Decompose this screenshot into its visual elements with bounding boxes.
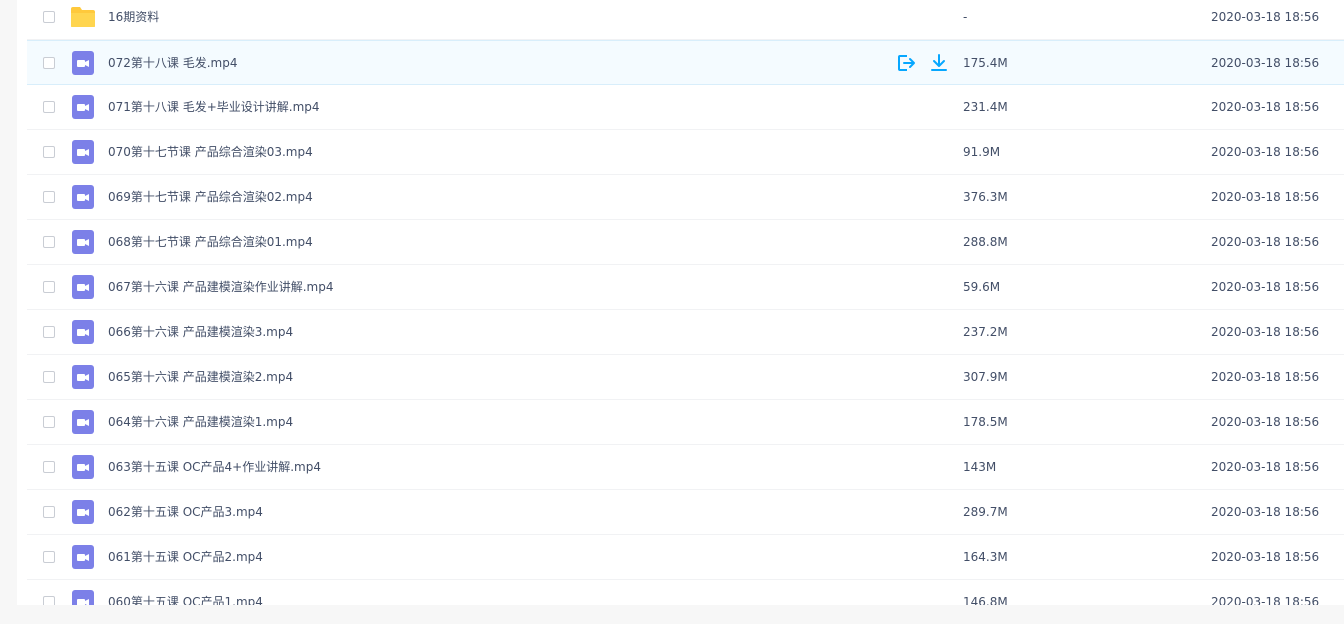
file-date: 2020-03-18 18:56	[1211, 280, 1320, 294]
file-date: 2020-03-18 18:56	[1211, 145, 1320, 159]
file-row[interactable]: 062第十五课 OC产品3.mp4 289.7M 2020-03-18 18:56	[27, 490, 1344, 535]
file-name[interactable]: 061第十五课 OC产品2.mp4	[108, 550, 263, 565]
video-file-icon	[72, 140, 94, 164]
file-date: 2020-03-18 18:56	[1211, 325, 1320, 339]
file-name[interactable]: 067第十六课 产品建模渲染作业讲解.mp4	[108, 280, 333, 295]
video-file-icon	[72, 320, 94, 344]
file-date: 2020-03-18 18:56	[1211, 370, 1320, 384]
file-date: 2020-03-18 18:56	[1211, 190, 1320, 204]
video-file-icon	[72, 500, 94, 524]
file-row[interactable]: 069第十七节课 产品综合渲染02.mp4 376.3M 2020-03-18 18…	[27, 175, 1344, 220]
file-row[interactable]: 064第十六课 产品建模渲染1.mp4 178.5M 2020-03-18 18:5…	[27, 400, 1344, 445]
video-file-icon	[72, 455, 94, 479]
file-size: 231.4M	[963, 100, 1008, 114]
file-size: 175.4M	[963, 56, 1008, 70]
file-name[interactable]: 072第十八课 毛发.mp4	[108, 56, 237, 71]
file-row[interactable]: 066第十六课 产品建模渲染3.mp4 237.2M 2020-03-18 18:5…	[27, 310, 1344, 355]
file-name[interactable]: 069第十七节课 产品综合渲染02.mp4	[108, 190, 313, 205]
row-checkbox[interactable]	[43, 101, 55, 113]
file-date: 2020-03-18 18:56	[1211, 550, 1320, 564]
folder-icon	[70, 6, 96, 28]
file-row[interactable]: 070第十七节课 产品综合渲染03.mp4 91.9M 2020-03-18 18:…	[27, 130, 1344, 175]
file-date: 2020-03-18 18:56	[1211, 10, 1320, 24]
file-row[interactable]: 061第十五课 OC产品2.mp4 164.3M 2020-03-18 18:56	[27, 535, 1344, 580]
file-name[interactable]: 062第十五课 OC产品3.mp4	[108, 505, 263, 520]
row-checkbox[interactable]	[43, 146, 55, 158]
file-row[interactable]: 067第十六课 产品建模渲染作业讲解.mp4 59.6M 2020-03-18 18…	[27, 265, 1344, 310]
file-name[interactable]: 16期资料	[108, 10, 159, 25]
file-size: 178.5M	[963, 415, 1008, 429]
file-name[interactable]: 063第十五课 OC产品4+作业讲解.mp4	[108, 460, 321, 475]
row-checkbox[interactable]	[43, 191, 55, 203]
file-size: 376.3M	[963, 190, 1008, 204]
file-size: 59.6M	[963, 280, 1001, 294]
file-size: 143M	[963, 460, 997, 474]
file-size: 146.8M	[963, 595, 1008, 605]
video-file-icon	[72, 185, 94, 209]
video-file-icon	[72, 590, 94, 605]
video-file-icon	[72, 365, 94, 389]
file-date: 2020-03-18 18:56	[1211, 460, 1320, 474]
folder-row[interactable]: 16期资料 - 2020-03-18 18:56	[27, 0, 1344, 40]
file-name[interactable]: 068第十七节课 产品综合渲染01.mp4	[108, 235, 313, 250]
file-name[interactable]: 071第十八课 毛发+毕业设计讲解.mp4	[108, 100, 320, 115]
row-checkbox[interactable]	[43, 596, 55, 605]
file-date: 2020-03-18 18:56	[1211, 505, 1320, 519]
row-checkbox[interactable]	[43, 57, 55, 69]
file-row[interactable]: 072第十八课 毛发.mp4 175.4M 2020-03-18 18:56	[27, 40, 1344, 85]
file-size: -	[963, 10, 968, 24]
file-name[interactable]: 066第十六课 产品建模渲染3.mp4	[108, 325, 293, 340]
row-checkbox[interactable]	[43, 11, 55, 23]
file-row[interactable]: 071第十八课 毛发+毕业设计讲解.mp4 231.4M 2020-03-18 18…	[27, 85, 1344, 130]
file-size: 164.3M	[963, 550, 1008, 564]
file-row[interactable]: 060第十五课 OC产品1.mp4 146.8M 2020-03-18 18:56	[27, 580, 1344, 605]
video-file-icon	[72, 275, 94, 299]
row-checkbox[interactable]	[43, 371, 55, 383]
file-size: 91.9M	[963, 145, 1001, 159]
file-row[interactable]: 068第十七节课 产品综合渲染01.mp4 288.8M 2020-03-18 18…	[27, 220, 1344, 265]
share-icon[interactable]	[896, 53, 916, 73]
video-file-icon	[72, 95, 94, 119]
file-name[interactable]: 070第十七节课 产品综合渲染03.mp4	[108, 145, 313, 160]
file-date: 2020-03-18 18:56	[1211, 595, 1320, 605]
file-date: 2020-03-18 18:56	[1211, 100, 1320, 114]
file-size: 237.2M	[963, 325, 1008, 339]
file-date: 2020-03-18 18:56	[1211, 415, 1320, 429]
file-size: 307.9M	[963, 370, 1008, 384]
file-size: 289.7M	[963, 505, 1008, 519]
file-size: 288.8M	[963, 235, 1008, 249]
file-name[interactable]: 060第十五课 OC产品1.mp4	[108, 595, 263, 605]
file-row[interactable]: 063第十五课 OC产品4+作业讲解.mp4 143M 2020-03-18 18:…	[27, 445, 1344, 490]
row-checkbox[interactable]	[43, 551, 55, 563]
row-checkbox[interactable]	[43, 461, 55, 473]
file-date: 2020-03-18 18:56	[1211, 235, 1320, 249]
video-file-icon	[72, 230, 94, 254]
row-checkbox[interactable]	[43, 506, 55, 518]
file-name[interactable]: 064第十六课 产品建模渲染1.mp4	[108, 415, 293, 430]
video-file-icon	[72, 410, 94, 434]
video-file-icon	[72, 51, 94, 75]
row-checkbox[interactable]	[43, 236, 55, 248]
row-checkbox[interactable]	[43, 281, 55, 293]
file-date: 2020-03-18 18:56	[1211, 56, 1320, 70]
file-name[interactable]: 065第十六课 产品建模渲染2.mp4	[108, 370, 293, 385]
video-file-icon	[72, 545, 94, 569]
file-list: 16期资料 - 2020-03-18 18:56 072第十八课 毛发.mp4 175.…	[17, 0, 1344, 605]
row-checkbox[interactable]	[43, 326, 55, 338]
file-row[interactable]: 065第十六课 产品建模渲染2.mp4 307.9M 2020-03-18 18:5…	[27, 355, 1344, 400]
row-checkbox[interactable]	[43, 416, 55, 428]
download-icon[interactable]	[929, 53, 949, 73]
